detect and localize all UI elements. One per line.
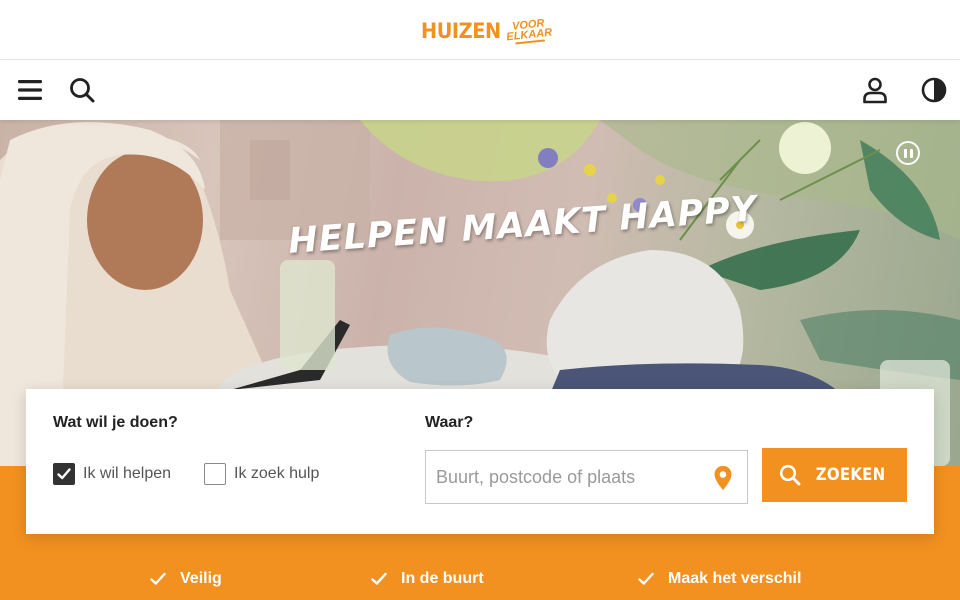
checkbox-ik-wil-helpen[interactable]: Ik wil helpen (53, 463, 171, 485)
search-card: Wat wil je doen? Waar? Ik wil helpen Ik … (26, 389, 934, 534)
logo-bar: HUIZEN VOOR ELKAAR (0, 0, 960, 60)
search-button-label: ZOEKEN (815, 465, 886, 485)
hamburger-menu-icon[interactable] (14, 74, 46, 106)
checkbox-box[interactable] (204, 463, 226, 485)
where-label: Waar? (425, 414, 474, 431)
usp-label: Veilig (180, 570, 222, 587)
usp-item: Veilig (150, 570, 222, 588)
checkbox-label: Ik zoek hulp (234, 465, 320, 482)
what-label: Wat wil je doen? (53, 414, 178, 431)
site-logo[interactable]: HUIZEN VOOR ELKAAR (421, 16, 553, 46)
usp-item: In de buurt (371, 570, 484, 588)
checkbox-box[interactable] (53, 463, 75, 485)
usp-item: Maak het verschil (638, 570, 801, 588)
check-icon (150, 572, 166, 585)
nav-bar (0, 60, 960, 120)
check-icon (371, 572, 387, 585)
user-icon[interactable] (859, 74, 891, 106)
check-icon (638, 572, 654, 585)
search-icon[interactable] (66, 74, 98, 106)
usp-label: Maak het verschil (668, 570, 802, 587)
contrast-icon[interactable] (918, 74, 950, 106)
location-field[interactable] (425, 450, 748, 504)
checkbox-label: Ik wil helpen (83, 465, 172, 482)
pause-icon[interactable] (896, 141, 920, 165)
map-pin-icon (714, 466, 732, 490)
logo-text: HUIZEN (421, 19, 501, 43)
search-icon (779, 464, 801, 486)
usp-label: In de buurt (401, 570, 484, 587)
checkbox-ik-zoek-hulp[interactable]: Ik zoek hulp (204, 463, 319, 485)
search-button[interactable]: ZOEKEN (762, 448, 907, 502)
location-input[interactable] (426, 451, 747, 503)
logo-subtext: VOOR ELKAAR (505, 17, 553, 45)
